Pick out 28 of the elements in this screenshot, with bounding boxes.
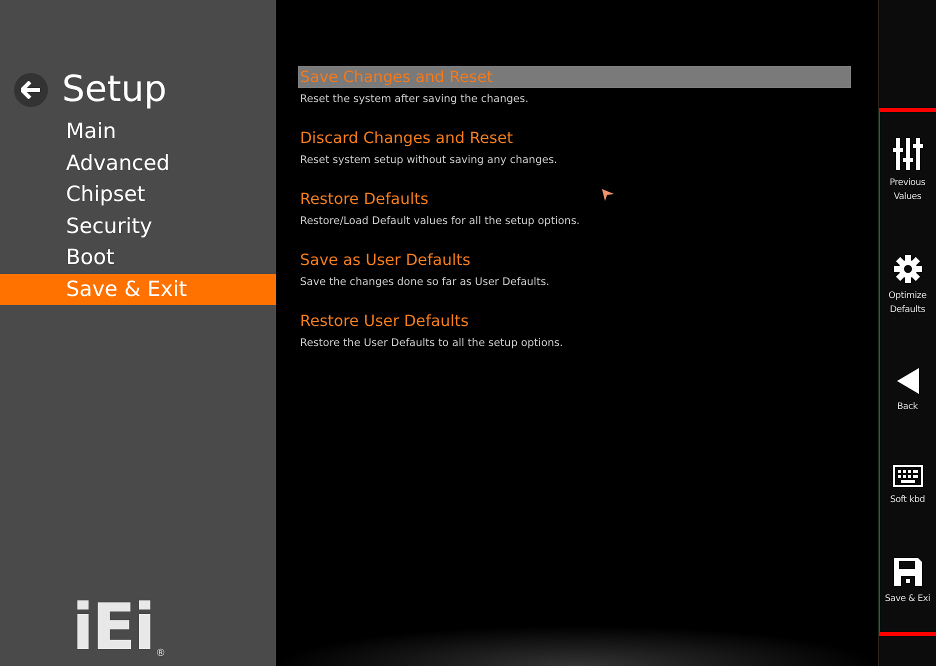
option-item[interactable]: Restore Defaults <box>298 188 851 210</box>
setup-title: Setup <box>62 68 167 112</box>
menu-tab[interactable]: Chipset <box>0 179 276 210</box>
action-button[interactable]: Optimize Defaults <box>879 254 936 317</box>
action-button[interactable]: Back <box>879 368 936 414</box>
option-item[interactable]: Save as User Defaults <box>298 249 851 271</box>
option-item[interactable]: Restore User Defaults <box>298 310 851 332</box>
menu-tab[interactable]: Security <box>0 210 276 242</box>
action-button[interactable]: Save & Exi <box>879 558 936 606</box>
registered-mark: ® <box>156 648 166 660</box>
option-item[interactable]: Discard Changes and Reset <box>298 127 851 149</box>
option-description: Reset system setup without saving any changes. <box>299 153 558 167</box>
logo-text: iEi <box>72 596 154 660</box>
option-description: Restore/Load Default values for all the setup options. <box>299 214 581 228</box>
mouse-cursor-icon <box>602 189 614 201</box>
keyboard-icon <box>892 465 922 488</box>
menu-tab[interactable]: Advanced <box>0 148 276 179</box>
option-description: Reset the system after saving the changes. <box>299 92 530 106</box>
left-arrow-icon <box>21 81 41 99</box>
option-description: Restore the User Defaults to all the setup options. <box>299 336 564 350</box>
back-arrow-icon <box>896 368 918 394</box>
menu-tab[interactable]: Boot <box>0 242 276 274</box>
sliders-icon <box>892 138 922 170</box>
action-button[interactable]: Soft kbd <box>879 465 936 508</box>
menu-tab[interactable]: Main <box>0 116 276 148</box>
option-description: Save the changes done so far as User Defaults. <box>299 275 550 289</box>
action-button[interactable]: Previous Values <box>879 138 936 204</box>
back-button[interactable] <box>14 73 48 107</box>
